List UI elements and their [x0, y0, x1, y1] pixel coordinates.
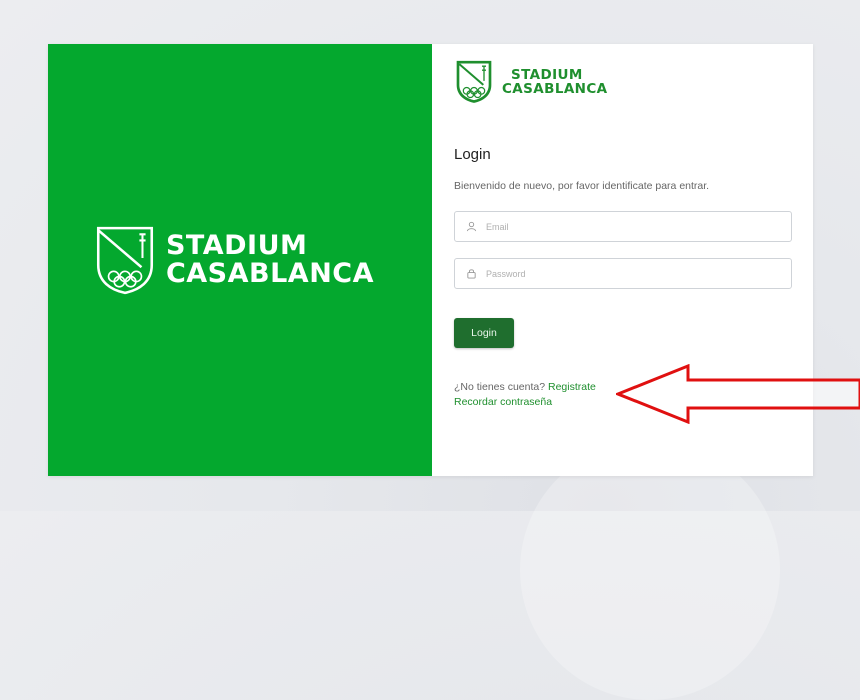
- login-button[interactable]: Login: [454, 318, 514, 348]
- register-link[interactable]: Registrate: [548, 381, 596, 393]
- brand-small-line2: CASABLANCA: [502, 80, 608, 97]
- user-icon: [464, 220, 478, 234]
- shield-logo-icon: [456, 60, 492, 103]
- register-line: ¿No tienes cuenta? Registrate: [454, 380, 596, 395]
- brand-logo-large: STADIUM CASABLANCA: [94, 224, 374, 296]
- background-shape: [520, 440, 780, 700]
- brand-small-line1: STADIUM: [511, 66, 583, 83]
- password-input[interactable]: [486, 268, 776, 279]
- red-arrow-annotation: [616, 364, 860, 424]
- brand-line2: CASABLANCA: [165, 258, 375, 289]
- brand-name-small: STADIUM CASABLANCA: [502, 68, 608, 96]
- email-field[interactable]: [454, 211, 792, 242]
- page-subtitle: Bienvenido de nuevo, por favor identific…: [454, 180, 710, 192]
- brand-name-large: STADIUM CASABLANCA: [166, 232, 374, 288]
- no-account-text: ¿No tienes cuenta?: [454, 381, 546, 393]
- password-field[interactable]: [454, 258, 792, 289]
- lock-icon: [464, 267, 478, 281]
- page-title: Login: [454, 146, 491, 163]
- brand-panel: STADIUM CASABLANCA: [48, 44, 432, 476]
- remember-password-link[interactable]: Recordar contraseña: [454, 396, 552, 408]
- brand-logo-small: STADIUM CASABLANCA: [454, 58, 608, 105]
- shield-logo-icon: [96, 226, 153, 295]
- auth-links: ¿No tienes cuenta? Registrate Recordar c…: [454, 380, 596, 410]
- brand-line1: STADIUM: [165, 230, 308, 261]
- remember-line: Recordar contraseña: [454, 395, 596, 410]
- email-input[interactable]: [486, 221, 776, 232]
